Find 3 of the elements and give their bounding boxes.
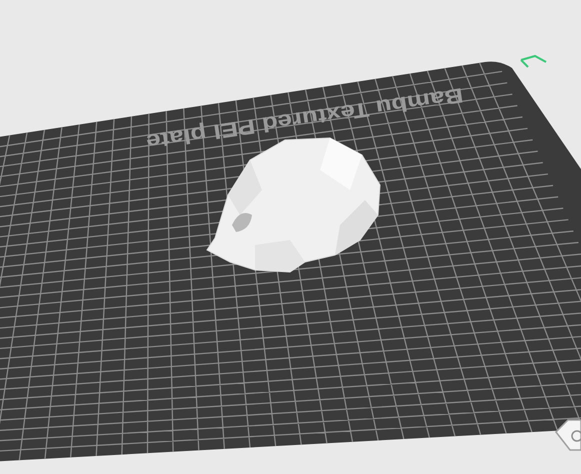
- axis-arrow-icon: [520, 54, 547, 68]
- view-navigation-icon[interactable]: [555, 419, 581, 451]
- plate-label: Bambu Textured PEI plate: [144, 84, 465, 154]
